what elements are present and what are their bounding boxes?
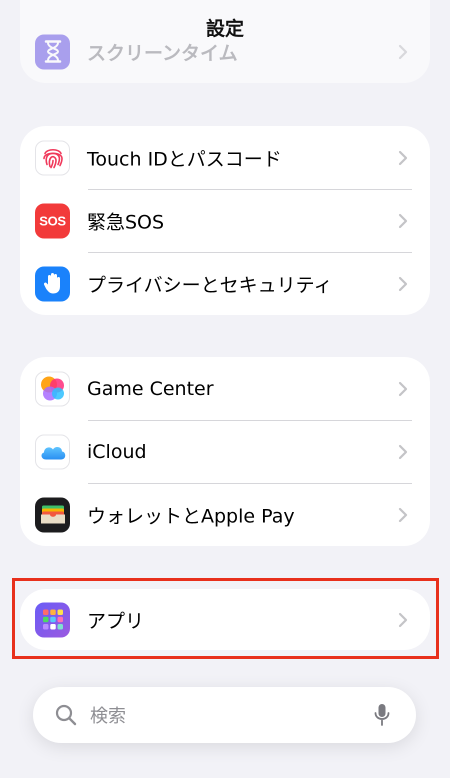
settings-row-touch-id[interactable]: Touch IDとパスコード <box>20 126 430 189</box>
settings-row-icloud[interactable]: iCloud <box>20 420 430 483</box>
icloud-icon <box>35 434 70 469</box>
settings-row-wallet[interactable]: ウォレットとApple Pay <box>20 483 430 546</box>
search-bar[interactable]: 検索 <box>33 687 416 743</box>
settings-row-label: スクリーンタイム <box>87 42 238 64</box>
settings-row-emergency-sos[interactable]: SOS 緊急SOS <box>20 189 430 252</box>
settings-screen: スクリーンタイム 設定 Touch IDとパスコード SOS 緊急SOS プライ… <box>0 0 450 778</box>
chevron-right-icon <box>398 150 408 165</box>
microphone-icon[interactable] <box>374 703 390 727</box>
chevron-right-icon <box>398 444 408 459</box>
settings-row-game-center[interactable]: Game Center <box>20 357 430 420</box>
sos-icon: SOS <box>35 203 70 238</box>
settings-row-label: 緊急SOS <box>87 211 165 233</box>
chevron-right-icon <box>398 276 408 291</box>
search-input[interactable]: 検索 <box>90 702 126 728</box>
chevron-right-icon <box>398 213 408 228</box>
fingerprint-icon <box>35 140 70 175</box>
settings-row-label: Game Center <box>87 377 214 400</box>
game-center-icon <box>35 371 70 406</box>
chevron-right-icon <box>398 44 408 59</box>
services-group: Game Center iCloud ウォレットとApple Pay <box>20 357 430 546</box>
wallet-icon <box>35 497 70 532</box>
hand-icon <box>35 266 70 301</box>
settings-row-label: iCloud <box>87 440 147 463</box>
settings-row-label: ウォレットとApple Pay <box>87 505 295 527</box>
chevron-right-icon <box>398 507 408 522</box>
chevron-right-icon <box>398 381 408 396</box>
page-title: 設定 <box>205 18 244 40</box>
security-group: Touch IDとパスコード SOS 緊急SOS プライバシーとセキュリティ <box>20 126 430 315</box>
settings-row-privacy-security[interactable]: プライバシーとセキュリティ <box>20 252 430 315</box>
settings-row-label: プライバシーとセキュリティ <box>87 274 333 296</box>
screen-time-group: スクリーンタイム <box>20 0 430 83</box>
settings-row-label: Touch IDとパスコード <box>87 148 282 170</box>
search-icon <box>55 704 77 726</box>
highlight-box <box>12 578 439 659</box>
